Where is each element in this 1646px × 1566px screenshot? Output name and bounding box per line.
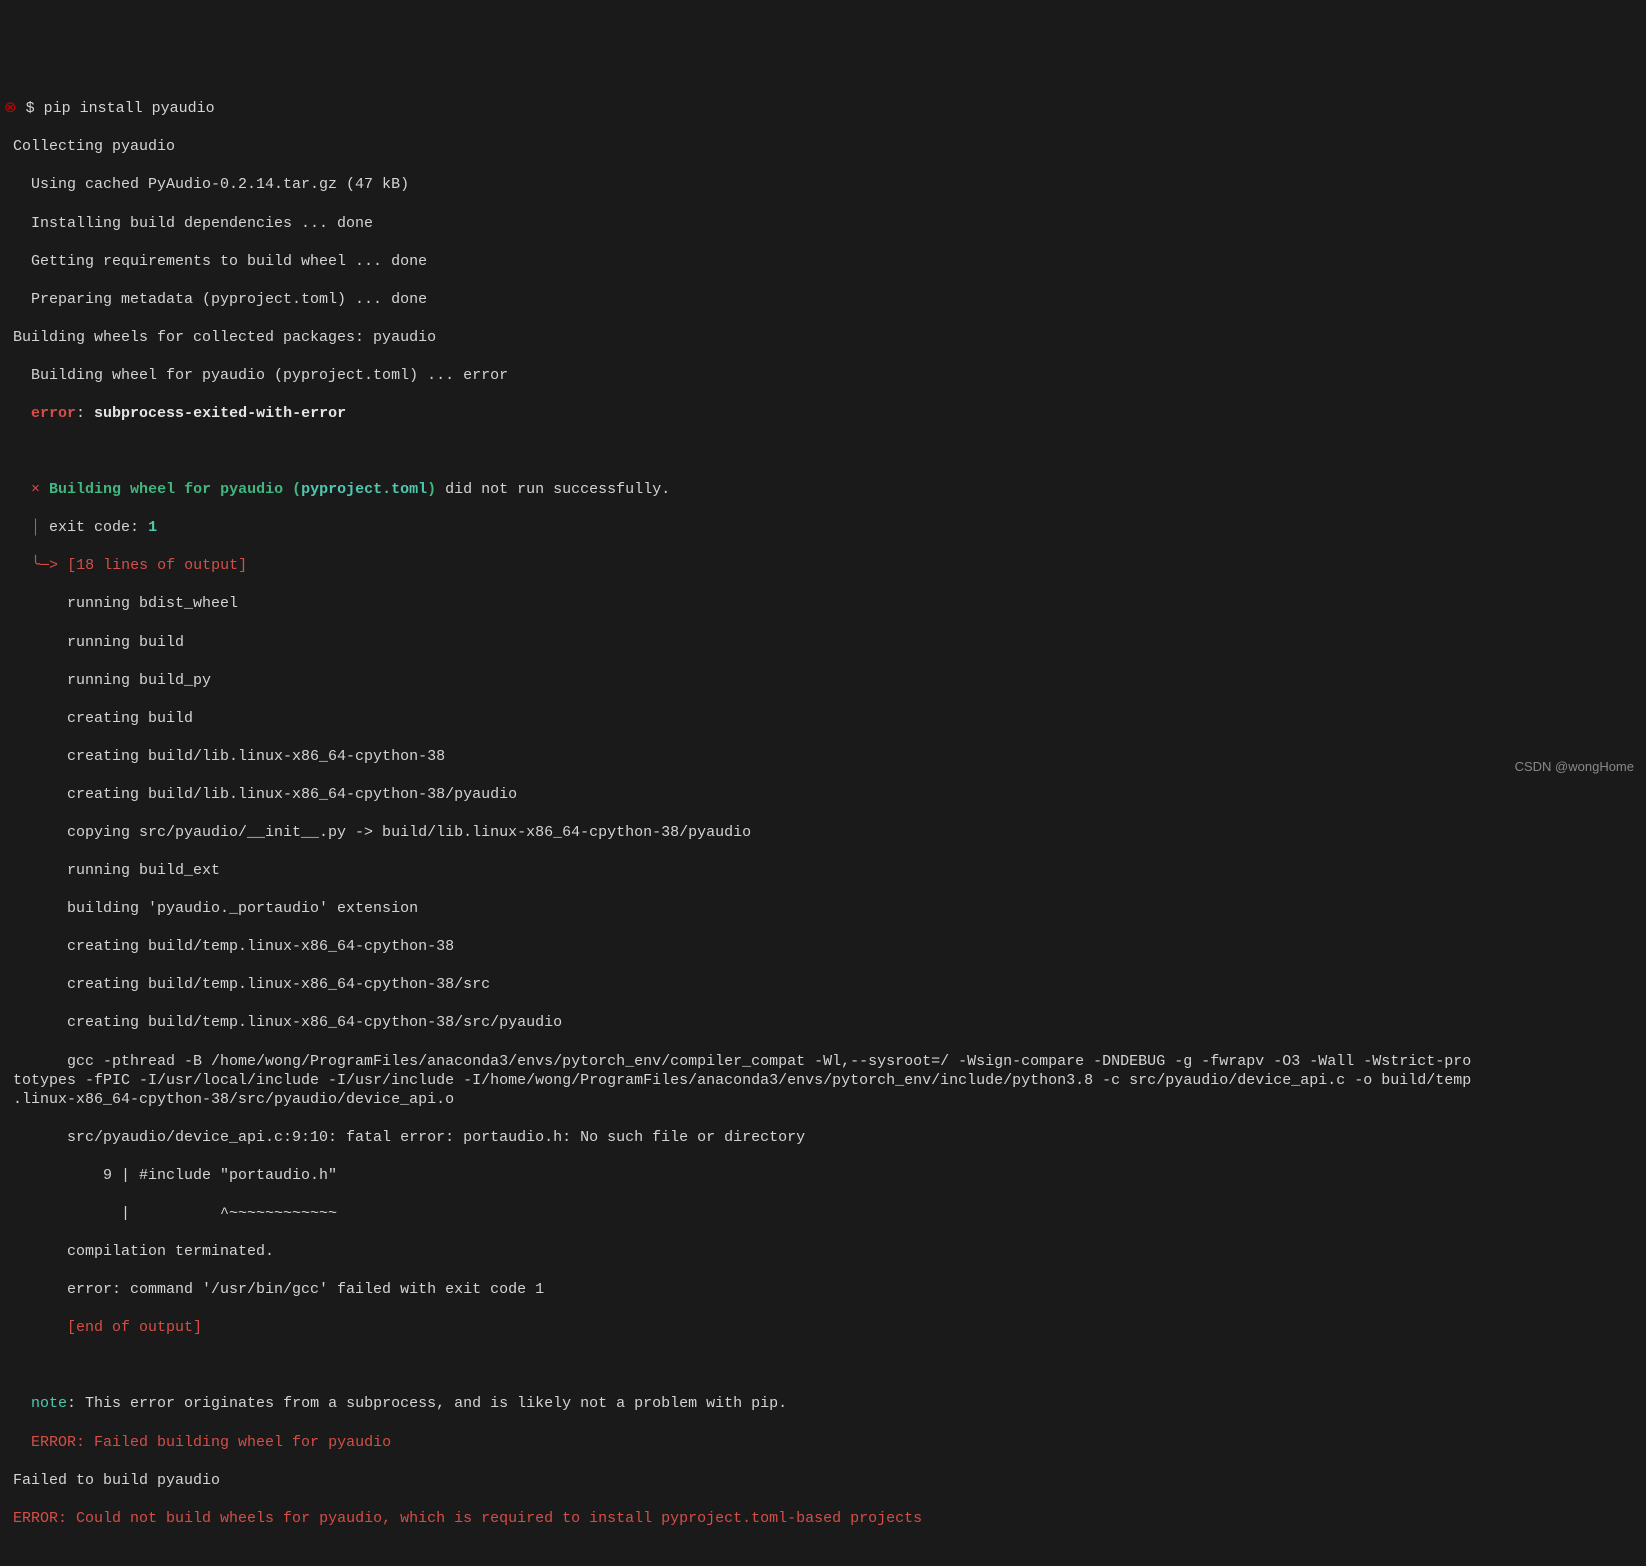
error-line: ERROR: Failed building wheel for pyaudio [4, 1433, 1646, 1452]
output-line: creating build/temp.linux-x86_64-cpython… [4, 975, 1646, 994]
output-line: Installing build dependencies ... done [4, 214, 1646, 233]
output-line: Failed to build pyaudio [4, 1471, 1646, 1490]
error-label: error [31, 405, 76, 422]
lines-count: [18 lines of output] [67, 557, 247, 574]
output-line: running bdist_wheel [4, 594, 1646, 613]
output-line: Preparing metadata (pyproject.toml) ... … [4, 290, 1646, 309]
output-line: copying src/pyaudio/__init__.py -> build… [4, 823, 1646, 842]
note-label: note [31, 1395, 67, 1412]
output-line: creating build/temp.linux-x86_64-cpython… [4, 937, 1646, 956]
terminal-output: ⊗ $ pip install pyaudio Collecting pyaud… [4, 80, 1646, 1547]
output-line: running build [4, 633, 1646, 652]
exit-code-line: │ exit code: 1 [4, 518, 1646, 537]
end-output-marker: [end of output] [67, 1319, 202, 1336]
watermark: CSDN @wongHome [1515, 759, 1634, 776]
output-header-line: ╰─> [18 lines of output] [4, 556, 1646, 575]
tree-pipe: │ [31, 519, 40, 536]
error-message: ERROR: Failed building wheel for pyaudio [31, 1434, 391, 1451]
output-line: Getting requirements to build wheel ... … [4, 252, 1646, 271]
output-line: error: command '/usr/bin/gcc' failed wit… [4, 1280, 1646, 1299]
command-text: pip install pyaudio [44, 100, 215, 117]
error-line: error: subprocess-exited-with-error [4, 404, 1646, 423]
blank-line [4, 1356, 1646, 1375]
output-line: running build_ext [4, 861, 1646, 880]
cross-icon: × [31, 481, 40, 498]
output-line: Collecting pyaudio [4, 137, 1646, 156]
exit-code: 1 [148, 519, 157, 536]
output-line: running build_py [4, 671, 1646, 690]
output-line: Using cached PyAudio-0.2.14.tar.gz (47 k… [4, 175, 1646, 194]
output-line: creating build [4, 709, 1646, 728]
shell-prompt: $ [17, 100, 44, 117]
gcc-command-line: gcc -pthread -B /home/wong/ProgramFiles/… [4, 1052, 1646, 1109]
build-target: Building wheel for pyaudio [49, 481, 292, 498]
end-output-line: [end of output] [4, 1318, 1646, 1337]
output-line: compilation terminated. [4, 1242, 1646, 1261]
output-line: creating build/temp.linux-x86_64-cpython… [4, 1013, 1646, 1032]
note-line: note: This error originates from a subpr… [4, 1394, 1646, 1413]
blank-line [4, 442, 1646, 461]
caret-line: | ^~~~~~~~~~~~~ [4, 1204, 1646, 1223]
source-line: 9 | #include "portaudio.h" [4, 1166, 1646, 1185]
output-line: building 'pyaudio._portaudio' extension [4, 899, 1646, 918]
tree-branch: ╰─> [31, 557, 58, 574]
output-line: creating build/lib.linux-x86_64-cpython-… [4, 747, 1646, 766]
fatal-error-line: src/pyaudio/device_api.c:9:10: fatal err… [4, 1128, 1646, 1147]
error-message: ERROR: Could not build wheels for pyaudi… [13, 1510, 922, 1527]
output-line: Building wheel for pyaudio (pyproject.to… [4, 366, 1646, 385]
error-icon: ⊗ [4, 100, 17, 117]
error-name: subprocess-exited-with-error [94, 405, 346, 422]
error-line: ERROR: Could not build wheels for pyaudi… [4, 1509, 1646, 1528]
pyproject-label: pyproject.toml [301, 481, 427, 498]
build-fail-line: × Building wheel for pyaudio (pyproject.… [4, 480, 1646, 499]
output-line: creating build/lib.linux-x86_64-cpython-… [4, 785, 1646, 804]
output-line: Building wheels for collected packages: … [4, 328, 1646, 347]
